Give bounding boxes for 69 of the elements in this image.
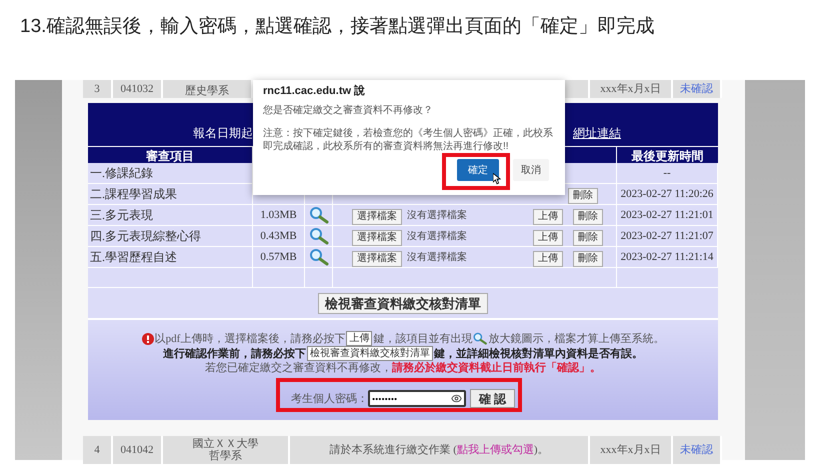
key-label: 上傳 [346, 331, 372, 346]
warning-text: 請務必於繳交資料截止日前執行「確認」。 [392, 361, 601, 375]
step-heading: 13.確認無誤後，輸入密碼，點選確認，接著點選彈出頁面的「確定」即完成 [19, 15, 656, 39]
eye-icon [451, 393, 462, 404]
column-header: 最後更新時間 [632, 148, 704, 165]
checklist-button[interactable]: 檢視審查資料繳交核對清單 [318, 292, 488, 314]
no-file-text: 沒有選擇檔案 [407, 250, 467, 264]
file-size: 1.03MB [260, 208, 297, 223]
row-number: 3 [94, 82, 100, 97]
choose-file-button[interactable]: 選擇檔案 [352, 230, 402, 246]
choose-file-button[interactable]: 選擇檔案 [352, 209, 402, 225]
deadline-date: xxx年x月x日 [600, 442, 661, 458]
dept-name: 國立ＸＸ大學 [192, 438, 258, 450]
delete-button[interactable]: 刪除 [573, 251, 603, 267]
submit-message: 請於本系統進行繳交作業 ( [329, 442, 457, 458]
column-header: 審查項目 [146, 148, 194, 165]
delete-button[interactable]: 刪除 [573, 209, 603, 225]
alert-icon [142, 332, 154, 344]
choose-file-button[interactable]: 選擇檔案 [352, 251, 402, 267]
notice-text: 鍵，該項目並有出現 [373, 332, 472, 346]
dept-name: 哲學系 [209, 450, 242, 462]
dept-name: 歷史學系 [185, 85, 229, 98]
magnifier-icon [472, 332, 488, 345]
item-name: 二.課程學習成果 [89, 186, 177, 203]
magnifier-icon [308, 248, 330, 266]
update-time: 2023-02-27 11:20:26 [620, 186, 714, 202]
notice-text: 鍵，並詳細檢視核對清單內資料是否有誤。 [434, 346, 643, 360]
no-file-text: 沒有選擇檔案 [407, 230, 467, 244]
upload-button[interactable]: 上傳 [533, 230, 563, 246]
no-file-text: 沒有選擇檔案 [407, 208, 467, 222]
dialog-title: rnc11.cac.edu.tw 說 [263, 84, 366, 99]
banner-link[interactable]: 網址連結 [573, 124, 621, 142]
update-time: 2023-02-27 11:21:14 [620, 250, 714, 265]
item-name: 四.多元表現綜整心得 [89, 228, 201, 245]
upload-link[interactable]: 點我上傳或勾選 [456, 442, 534, 458]
deadline-date: xxx年x月x日 [600, 82, 661, 97]
upload-button[interactable]: 上傳 [533, 209, 563, 225]
highlight-frame [442, 153, 510, 190]
row-number: 4 [94, 442, 100, 458]
upload-button[interactable]: 上傳 [533, 251, 563, 267]
magnifier-icon [308, 227, 330, 245]
ok-button[interactable]: 確定 [457, 159, 499, 181]
password-field[interactable]: •••••••• [368, 390, 466, 407]
dept-code: 041042 [120, 442, 154, 458]
banner-text: 報名日期起 [192, 125, 253, 142]
key-label: 檢視審查資料繳交核對清單 [307, 346, 433, 361]
delete-button[interactable]: 刪除 [568, 188, 598, 204]
notice-text: 放大鏡圖示，檔案才算上傳至系統。 [488, 332, 664, 346]
delete-button[interactable]: 刪除 [573, 230, 603, 246]
file-size: 0.43MB [260, 228, 297, 244]
update-time: 2023-02-27 11:21:07 [620, 228, 714, 244]
cursor-icon [493, 173, 501, 185]
confirm-button[interactable]: 確 認 [470, 389, 515, 408]
item-name: 一.修課紀錄 [89, 165, 153, 182]
dialog-note: 注意：按下確定鍵後，若檢查您的《考生個人密碼》正確，此校系即完成確認，此校系所有的審查資料將無法再進行修改!! [263, 126, 554, 152]
item-name: 三.多元表現 [89, 207, 153, 224]
password-label: 考生個人密碼： [291, 392, 368, 406]
magnifier-icon [308, 206, 330, 224]
file-size: 0.57MB [260, 250, 297, 265]
update-time: 2023-02-27 11:21:01 [620, 208, 714, 223]
dept-code: 041032 [120, 82, 154, 97]
submit-message: )。 [534, 442, 549, 458]
notice-text: 若您已確定繳交之審查資料不再修改， [205, 361, 392, 375]
notice-text: 以pdf上傳時，選擇檔案後，請務必按下 [154, 332, 346, 346]
update-time: -- [663, 166, 671, 181]
item-name: 五.學習歷程自述 [89, 249, 177, 266]
dialog-question: 您是否確定繳交之審查資料不再修改？ [263, 104, 434, 118]
cancel-button[interactable]: 取消 [513, 159, 549, 181]
notice-text: 進行確認作業前，請務必按下 [163, 346, 306, 360]
